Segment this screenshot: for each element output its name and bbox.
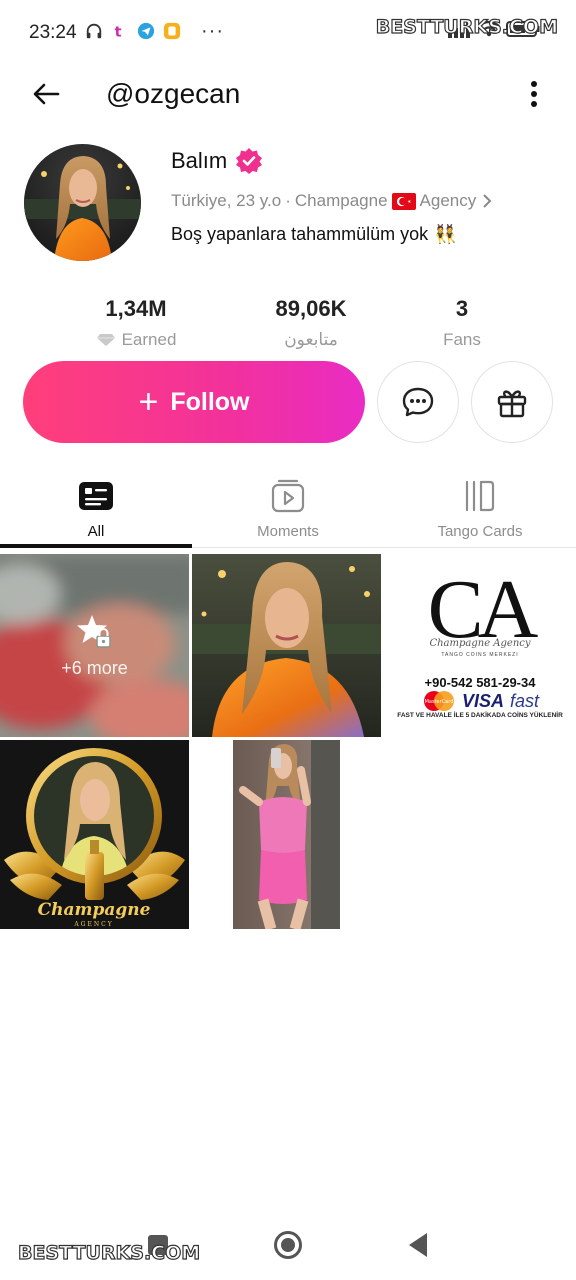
profile-handle: @ozgecan: [106, 78, 241, 109]
payment-logos: MasterCard VISA fast: [422, 690, 539, 712]
mastercard-icon: MasterCard: [424, 691, 454, 711]
message-button[interactable]: [377, 361, 459, 443]
gift-button[interactable]: [471, 361, 553, 443]
verified-badge-icon: [236, 148, 263, 174]
gift-icon: [497, 390, 527, 418]
chat-bubble-icon: [402, 387, 434, 417]
status-notification-icons: t ···: [85, 20, 224, 42]
profile-meta[interactable]: Türkiye, 23 y.o · Champagne Agency: [171, 191, 494, 211]
tab-all[interactable]: All: [0, 468, 192, 548]
champagne-script: Champagne: [38, 900, 151, 920]
meta-separator: ·: [285, 191, 291, 210]
agency-phone: +90-542 581-29-34: [424, 675, 536, 690]
location-age: Türkiye, 23 y.o: [171, 191, 282, 210]
avatar[interactable]: [24, 144, 141, 261]
mastercard-label: MasterCard: [425, 699, 454, 705]
home-icon[interactable]: [273, 1230, 303, 1260]
cards-icon: [465, 480, 495, 512]
champagne-badge-artwork: Champagne AGENCY: [0, 740, 189, 929]
stat-label: Earned: [121, 330, 177, 349]
active-tab-indicator: [0, 544, 192, 548]
svg-text:t: t: [115, 24, 122, 40]
media-tile[interactable]: [192, 554, 381, 737]
more-notifications-icon: ···: [201, 20, 224, 42]
champagne-badge-tile[interactable]: Champagne AGENCY: [0, 740, 189, 929]
tab-label: All: [87, 523, 105, 540]
stat-value: 1,34M: [105, 296, 167, 321]
fast-label: fast: [510, 690, 540, 711]
agency-name-part1: Champagne: [294, 191, 388, 210]
top-app-bar: @ozgecan: [0, 64, 576, 124]
stat-value: 89,06K: [275, 296, 347, 321]
stat-label: Fans: [443, 330, 481, 349]
media-tile[interactable]: [233, 740, 340, 929]
yellow-app-icon: [163, 22, 181, 40]
content-tabs: All Moments Tango Cards: [0, 468, 576, 548]
agency-ad-tile[interactable]: CA Champagne Agency TANGO COINS MERKEZI …: [384, 554, 576, 737]
tab-tango-cards[interactable]: Tango Cards: [384, 468, 576, 548]
stat-label: متابعون: [284, 330, 338, 349]
turkey-flag-icon: [391, 192, 416, 210]
agency-logo-script: Champagne Agency: [429, 638, 531, 649]
follow-button[interactable]: + Follow: [23, 361, 365, 443]
system-navigation-bar: BESTTURKS.COM: [0, 1210, 576, 1280]
display-name: Balım: [171, 148, 228, 173]
tab-label: Moments: [257, 523, 319, 540]
tango-app-icon: t: [115, 24, 122, 40]
headphones-icon: [86, 23, 102, 39]
back-triangle-icon[interactable]: [407, 1232, 429, 1258]
stat-value: 3: [455, 296, 469, 321]
photo-thumbnail: [192, 554, 381, 737]
back-arrow-icon[interactable]: [28, 76, 64, 112]
profile-name-row: Balım: [171, 147, 263, 175]
stat-fans[interactable]: 3 Fans: [382, 296, 542, 350]
agency-name-part2: Agency: [419, 191, 477, 210]
agency-logo-sub: TANGO COINS MERKEZI: [441, 652, 519, 658]
status-bar: 23:24 t ··· BESTTURKS.COM: [0, 0, 576, 64]
agency-footer: FAST VE HAVALE İLE 5 DAKİKADA COİNS YÜKL…: [397, 712, 563, 719]
telegram-icon: [137, 22, 155, 40]
stat-followers[interactable]: 89,06K متابعون: [231, 296, 391, 350]
bio-text: Boş yapanlara tahammülüm yok: [171, 224, 429, 244]
profile-bio: Boş yapanlara tahammülüm yok 👯: [171, 224, 457, 245]
plus-icon: +: [138, 383, 159, 421]
moments-play-icon: [271, 479, 305, 513]
champagne-sub: AGENCY: [73, 921, 113, 928]
locked-media-tile[interactable]: +6 more: [0, 554, 189, 737]
stat-earned: 1,34M Earned: [56, 296, 216, 350]
watermark: BESTTURKS.COM: [17, 1241, 201, 1264]
feed-list-icon: [79, 482, 113, 510]
chevron-right-icon: [483, 194, 492, 208]
avatar-photo: [24, 144, 141, 261]
dancers-emoji: 👯: [434, 224, 457, 244]
follow-label: Follow: [170, 387, 250, 416]
tab-label: Tango Cards: [437, 523, 523, 540]
visa-label: VISA: [462, 690, 505, 711]
tab-moments[interactable]: Moments: [192, 468, 384, 548]
more-options-icon[interactable]: [524, 78, 544, 110]
photo-thumbnail: [233, 740, 340, 929]
star-lock-icon: [76, 615, 111, 648]
watermark: BESTTURKS.COM: [375, 15, 558, 38]
status-time: 23:24: [29, 22, 77, 43]
more-count-label: +6 more: [61, 658, 128, 678]
diamond-icon: [96, 334, 115, 346]
